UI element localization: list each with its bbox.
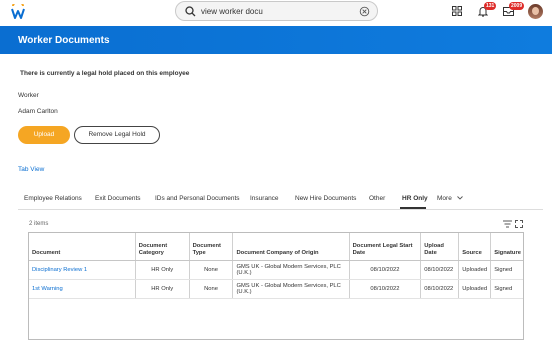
column-header-legal-start-date[interactable]: Document Legal Start Date (349, 233, 422, 261)
company-cell: GMS UK - Global Modern Services, PLC (U.… (232, 260, 350, 280)
worker-label: Worker (18, 92, 39, 99)
column-header-document-category[interactable]: Document Category (135, 233, 190, 261)
page-title: Worker Documents (18, 35, 110, 46)
signature-cell: Signed (490, 279, 523, 299)
column-header-document-type[interactable]: Document Type (189, 233, 234, 261)
type-cell: None (189, 279, 234, 299)
inbox-button[interactable]: 2009 (503, 2, 525, 18)
avatar[interactable] (528, 4, 543, 19)
company-cell: GMS UK - Global Modern Services, PLC (U.… (232, 279, 350, 299)
inbox-badge: 2009 (509, 2, 525, 10)
workday-logo-icon[interactable] (11, 1, 25, 20)
document-link[interactable]: Disciplinary Review 1 (32, 267, 87, 273)
column-header-document[interactable]: Document (29, 233, 136, 261)
tab-more[interactable]: More (437, 195, 463, 202)
search-input[interactable]: view worker docu (201, 7, 263, 16)
tab-ids-and-personal-documents[interactable]: IDs and Personal Documents (155, 195, 240, 202)
fullscreen-icon[interactable] (515, 220, 523, 230)
clear-icon[interactable] (359, 6, 370, 19)
column-header-source[interactable]: Source (458, 233, 492, 261)
inbox-icon (503, 7, 514, 18)
tab-insurance[interactable]: Insurance (250, 195, 279, 202)
tab-employee-relations[interactable]: Employee Relations (24, 195, 82, 202)
table-row: 1st Warning HR Only None GMS UK - Global… (29, 279, 523, 299)
bell-icon (477, 7, 489, 19)
document-cell: Disciplinary Review 1 (29, 260, 136, 280)
filter-icon[interactable] (503, 220, 512, 230)
category-cell: HR Only (135, 260, 190, 280)
tab-more-label: More (437, 195, 452, 202)
tab-exit-documents[interactable]: Exit Documents (95, 195, 141, 202)
table-header-row: Document Document Category Document Type… (29, 233, 523, 261)
search-bar[interactable]: view worker docu (175, 1, 378, 21)
source-cell: Uploaded (458, 279, 492, 299)
page-header: Worker Documents (0, 26, 552, 54)
worker-name: Adam Carlton (18, 108, 58, 115)
notifications-badge: 131 (484, 2, 497, 10)
column-header-signature[interactable]: Signature (490, 233, 523, 261)
table-row: Disciplinary Review 1 HR Only None GMS U… (29, 260, 523, 280)
legal-hold-message: There is currently a legal hold placed o… (20, 70, 190, 77)
tab-hr-only[interactable]: HR Only (402, 195, 428, 202)
legal-start-date-cell: 08/10/2022 (349, 260, 422, 280)
source-cell: Uploaded (458, 260, 492, 280)
column-header-company-of-origin[interactable]: Document Company of Origin (232, 233, 350, 261)
upload-date-cell: 08/10/2022 (420, 279, 460, 299)
document-cell: 1st Warning (29, 279, 136, 299)
column-header-upload-date[interactable]: Upload Date (420, 233, 460, 261)
upload-date-cell: 08/10/2022 (420, 260, 460, 280)
upload-button[interactable]: Upload (18, 126, 70, 144)
item-count: 2 items (29, 221, 49, 227)
signature-cell: Signed (490, 260, 523, 280)
tabs-divider (18, 209, 543, 210)
chevron-down-icon (456, 195, 463, 202)
document-link[interactable]: 1st Warning (32, 286, 63, 292)
document-tabs: Employee Relations Exit Documents IDs an… (0, 193, 552, 209)
apps-grid-icon[interactable] (452, 6, 462, 18)
type-cell: None (189, 260, 234, 280)
remove-legal-hold-button[interactable]: Remove Legal Hold (74, 126, 160, 144)
top-bar: view worker docu 131 2009 (0, 0, 552, 26)
tab-other[interactable]: Other (369, 195, 385, 202)
legal-start-date-cell: 08/10/2022 (349, 279, 422, 299)
search-icon (185, 6, 196, 19)
notifications-button[interactable]: 131 (477, 2, 497, 19)
category-cell: HR Only (135, 279, 190, 299)
documents-table: Document Document Category Document Type… (28, 232, 524, 340)
tab-view-link[interactable]: Tab View (18, 166, 44, 173)
tab-new-hire-documents[interactable]: New Hire Documents (295, 195, 356, 202)
